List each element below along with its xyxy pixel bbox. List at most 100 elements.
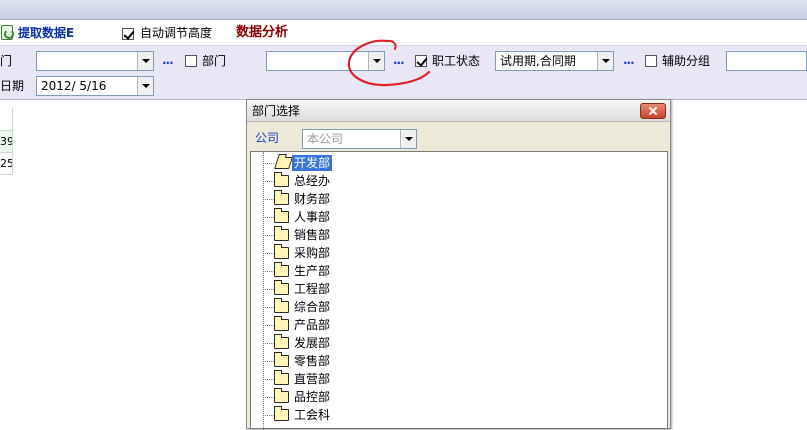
date-picker[interactable]: 2012/ 5/16 <box>36 76 154 96</box>
date-value: 2012/ 5/16 <box>41 79 107 93</box>
folder-icon <box>274 316 289 331</box>
tree-item-label: 财务部 <box>294 192 331 206</box>
tree-item-label: 零售部 <box>294 354 331 368</box>
tree-item[interactable]: 发展部 <box>251 334 451 352</box>
status-value: 试用期,合同期 <box>500 54 576 68</box>
dept-combo[interactable] <box>266 51 385 71</box>
close-icon[interactable] <box>640 103 666 119</box>
company-value: 本公司 <box>307 132 344 146</box>
tree-item-label: 工会科 <box>294 408 331 422</box>
tree-connector <box>263 217 274 218</box>
aux-group-field[interactable] <box>726 51 807 71</box>
dept-checkbox[interactable] <box>185 55 197 67</box>
filter-panel: 门 ... 部门 ... 职工状态 试用期,合同期 ... 辅助分组 日期 20… <box>0 45 807 100</box>
dept-tree[interactable]: 开发部总经办财务部人事部销售部采购部生产部工程部综合部产品部发展部零售部直营部品… <box>250 151 668 430</box>
folder-icon <box>274 208 289 223</box>
tree-connector <box>263 361 274 362</box>
folder-open-icon <box>274 157 293 169</box>
company-label: 公司 <box>255 131 280 145</box>
tree-connector <box>263 415 274 416</box>
auto-height-label: 自动调节高度 <box>140 26 213 40</box>
tree-connector <box>263 343 274 344</box>
tree-item-label: 发展部 <box>294 336 331 350</box>
folder-icon <box>274 280 289 295</box>
tree-item[interactable]: 品控部 <box>251 388 451 406</box>
tree-item[interactable]: 采购部 <box>251 244 451 262</box>
tree-item[interactable]: 人事部 <box>251 208 451 226</box>
tree-connector <box>263 181 274 182</box>
tree-item[interactable]: 工会科 <box>251 406 451 424</box>
folder-icon <box>274 334 289 349</box>
filter-label-1: 门 <box>0 54 13 68</box>
tree-item-label: 销售部 <box>294 228 331 242</box>
folder-icon <box>274 262 289 277</box>
dropdown-arrow-icon[interactable] <box>368 52 384 70</box>
folder-icon <box>274 352 289 367</box>
toolbar: 提取数据E 自动调节高度 数据分析 <box>0 20 807 45</box>
dialog-title-bar[interactable]: 部门选择 <box>247 100 670 122</box>
tree-item-label: 综合部 <box>294 300 331 314</box>
filter-combo-1[interactable] <box>36 51 154 71</box>
tree-connector <box>263 253 274 254</box>
status-checkbox[interactable] <box>415 55 427 67</box>
dept-label: 部门 <box>202 54 227 68</box>
tree-connector <box>263 199 274 200</box>
tree-item[interactable]: 总经办 <box>251 172 451 190</box>
dropdown-arrow-icon[interactable] <box>137 52 153 70</box>
company-combo[interactable]: 本公司 <box>302 129 417 149</box>
aux-group-label: 辅助分组 <box>662 54 711 68</box>
tree-item-label: 产品部 <box>294 318 331 332</box>
date-label: 日期 <box>0 79 25 93</box>
tree-item-label: 生产部 <box>294 264 331 278</box>
grid-header-cell <box>0 108 13 131</box>
tree-connector <box>263 307 274 308</box>
tree-connector <box>263 271 274 272</box>
tree-item[interactable]: 销售部 <box>251 226 451 244</box>
grid-cell[interactable]: 25 <box>0 153 13 175</box>
tree-connector <box>263 325 274 326</box>
tree-item-label: 人事部 <box>294 210 331 224</box>
window-top-strip <box>0 0 807 20</box>
dropdown-arrow-icon[interactable] <box>597 52 613 70</box>
status-label: 职工状态 <box>432 54 481 68</box>
tree-item[interactable]: 开发部 <box>251 154 451 172</box>
company-row: 公司 本公司 <box>247 125 670 151</box>
data-analysis-button[interactable]: 数据分析 <box>236 24 288 42</box>
dept-select-dialog: 部门选择 公司 本公司 开发部总经办财务部人事部销售部采购部生产部工程部综合部产… <box>246 99 671 430</box>
tree-connector <box>263 235 274 236</box>
tree-item[interactable]: 零售部 <box>251 352 451 370</box>
fetch-data-button[interactable]: 提取数据E <box>18 24 74 42</box>
tree-connector <box>263 379 274 380</box>
auto-height-checkbox[interactable] <box>122 28 134 40</box>
folder-icon <box>274 172 289 187</box>
folder-icon <box>274 406 289 421</box>
folder-icon <box>274 226 289 241</box>
dialog-title: 部门选择 <box>252 104 301 118</box>
folder-icon <box>274 244 289 259</box>
aux-group-checkbox[interactable] <box>645 55 657 67</box>
tree-item[interactable]: 综合部 <box>251 298 451 316</box>
tree-item-label: 工程部 <box>294 282 331 296</box>
tree-item-label: 品控部 <box>294 390 331 404</box>
tree-connector <box>263 163 274 164</box>
tree-item[interactable]: 财务部 <box>251 190 451 208</box>
more-button[interactable]: ... <box>162 51 174 69</box>
status-combo[interactable]: 试用期,合同期 <box>495 51 614 71</box>
dept-more-button[interactable]: ... <box>393 51 405 69</box>
tree-item[interactable]: 工程部 <box>251 280 451 298</box>
tree-item-label: 开发部 <box>292 155 333 171</box>
refresh-icon[interactable] <box>1 25 14 40</box>
tree-item-label: 直营部 <box>294 372 331 386</box>
folder-icon <box>274 190 289 205</box>
folder-icon <box>274 370 289 385</box>
folder-icon <box>274 388 289 403</box>
status-more-button[interactable]: ... <box>623 51 635 69</box>
tree-connector <box>263 289 274 290</box>
dropdown-arrow-icon[interactable] <box>400 130 416 148</box>
dropdown-arrow-icon[interactable] <box>137 77 153 95</box>
tree-item[interactable]: 直营部 <box>251 370 451 388</box>
tree-item-label: 总经办 <box>294 174 331 188</box>
tree-item[interactable]: 生产部 <box>251 262 451 280</box>
grid-cell[interactable]: 39 <box>0 131 13 153</box>
tree-item[interactable]: 产品部 <box>251 316 451 334</box>
